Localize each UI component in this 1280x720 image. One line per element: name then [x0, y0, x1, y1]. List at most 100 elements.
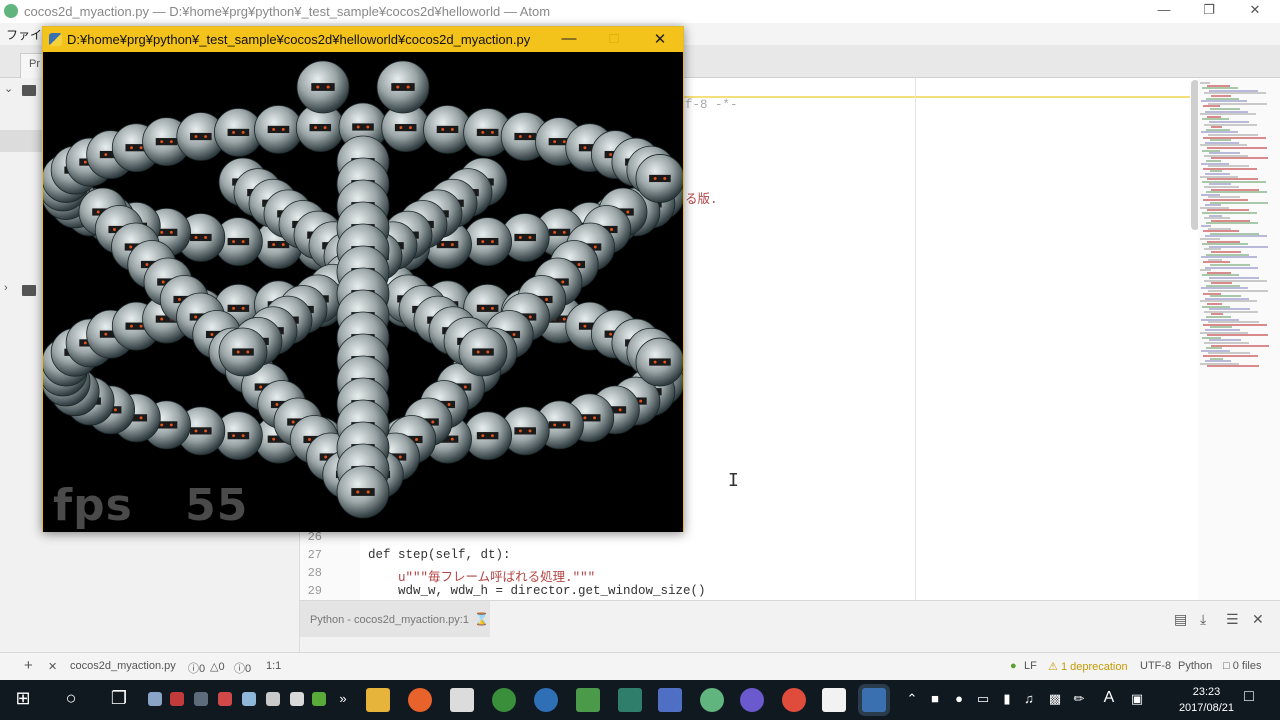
windows-taskbar: ⊞ ○ ❐ » ⌃ ■ ● ▭ ▮ ♫ ▩ ✏ A ▣ 23:23 2017/0…	[0, 680, 1280, 720]
document-icon[interactable]: ▤	[1174, 611, 1187, 628]
minimap-line	[1206, 222, 1258, 225]
line-number: 27	[307, 548, 322, 562]
sprite-ball	[296, 60, 350, 114]
minimap-line	[1205, 266, 1258, 269]
wrap-guide	[915, 78, 916, 600]
info-icon: ⓘ	[234, 663, 245, 675]
firefox-icon[interactable]	[408, 688, 432, 712]
line-number: 29	[307, 584, 322, 598]
window-title: cocos2d_myaction.py — D:¥home¥prg¥python…	[24, 4, 551, 19]
panel-title: Python - cocos2d_myaction.py:1	[310, 614, 469, 626]
clock[interactable]: 23:23 2017/08/21	[1179, 684, 1234, 716]
python-icon[interactable]	[862, 688, 886, 712]
close-panel-icon[interactable]: ✕	[1252, 611, 1264, 628]
game-canvas[interactable]: fps 55	[43, 52, 683, 532]
code-line: def step(self, dt):	[338, 548, 511, 562]
atom-titlebar: cocos2d_myaction.py — D:¥home¥prg¥python…	[0, 0, 1280, 23]
error-count[interactable]: ⓘ0	[188, 660, 205, 676]
chevron-right-icon[interactable]: »	[328, 691, 358, 706]
bottom-panel: Python - cocos2d_myaction.py:1 ⌛ ▤ ⤓ ☰ ✕	[300, 600, 1280, 652]
error-icon: ⓘ	[188, 663, 199, 675]
hourglass-icon: ⌛	[474, 612, 489, 626]
close-button[interactable]: ✕	[645, 30, 675, 50]
git-status-dot-icon: ●	[1010, 660, 1017, 672]
minimize-button[interactable]: —	[554, 30, 584, 50]
sprite-ball	[218, 327, 268, 377]
info-count[interactable]: ⓘ0	[234, 660, 251, 676]
cocos2d-window[interactable]: D:¥home¥prg¥python¥_test_sample¥cocos2d¥…	[42, 26, 684, 532]
app-icon[interactable]	[266, 692, 280, 706]
folder-icon	[22, 285, 36, 296]
code-line: u"""毎フレーム呼ばれる処理."""	[338, 571, 596, 585]
line-number: 26	[307, 530, 322, 544]
line-number: 28	[307, 566, 322, 580]
ime-icon[interactable]: A	[1094, 689, 1124, 707]
line-ending[interactable]: LF	[1024, 660, 1037, 672]
fps-display: fps 55	[53, 480, 248, 531]
code-fragment: る版.	[685, 193, 718, 207]
app-icon[interactable]	[822, 688, 846, 712]
minimap[interactable]	[1198, 78, 1280, 600]
app-icon[interactable]	[218, 692, 232, 706]
grammar-selector[interactable]: Python	[1178, 660, 1212, 672]
start-icon[interactable]: ⊞	[8, 688, 38, 709]
add-icon[interactable]: +	[24, 657, 33, 674]
atom-app-icon	[4, 4, 18, 18]
app-icon[interactable]	[194, 692, 208, 706]
panel-tab[interactable]: Python - cocos2d_myaction.py:1 ⌛	[300, 601, 490, 637]
file-icon: □	[1223, 660, 1230, 672]
app-icon[interactable]	[170, 692, 184, 706]
text-cursor-icon: I	[728, 470, 739, 491]
clock-time: 23:23	[1192, 686, 1221, 698]
app-icon[interactable]	[658, 688, 682, 712]
chevron-right-icon: ›	[4, 282, 8, 294]
sprite-ball	[458, 327, 508, 377]
pen-icon[interactable]: ✏	[1064, 691, 1094, 707]
download-icon[interactable]: ⤓	[1200, 611, 1206, 628]
deprecation-warning[interactable]: ⚠ 1 deprecation	[1048, 660, 1128, 673]
app-icon[interactable]	[148, 692, 162, 706]
warning-icon: ⚠	[1048, 661, 1058, 673]
status-file-name[interactable]: cocos2d_myaction.py	[70, 660, 176, 672]
code-line: wdw_w, wdw_h = director.get_window_size(…	[338, 584, 706, 598]
app-icon[interactable]	[312, 692, 326, 706]
task-view-icon[interactable]: ❐	[104, 688, 134, 709]
search-icon[interactable]: ○	[56, 688, 86, 709]
app-icon[interactable]	[618, 688, 642, 712]
app-icon[interactable]	[534, 688, 558, 712]
app-tray-icon[interactable]: ▣	[1122, 691, 1152, 707]
app-icon[interactable]	[740, 688, 764, 712]
minimize-button[interactable]: —	[1150, 2, 1178, 20]
notification-icon[interactable]: □	[1234, 688, 1264, 706]
close-tab-icon[interactable]: ✕	[48, 660, 57, 673]
minimap-line	[1207, 365, 1259, 368]
clock-date: 2017/08/21	[1178, 702, 1234, 714]
maximize-button[interactable]: □	[599, 30, 629, 50]
cocos2d-titlebar[interactable]: D:¥home¥prg¥python¥_test_sample¥cocos2d¥…	[43, 27, 683, 52]
app-icon[interactable]	[492, 688, 516, 712]
app-icon[interactable]	[576, 688, 600, 712]
file-encoding[interactable]: UTF-8	[1140, 660, 1171, 672]
cursor-position[interactable]: 1:1	[266, 660, 281, 672]
atom-icon[interactable]	[700, 688, 724, 712]
close-button[interactable]: ✕	[1241, 2, 1269, 20]
app-icon[interactable]	[242, 692, 256, 706]
maximize-button[interactable]: ❐	[1195, 2, 1223, 20]
python-icon	[49, 33, 62, 46]
cocos2d-window-title: D:¥home¥prg¥python¥_test_sample¥cocos2d¥…	[67, 32, 531, 47]
sprite-ball	[254, 105, 303, 154]
code-fragment: f-8 -*-	[685, 98, 738, 112]
file-count[interactable]: □ 0 files	[1223, 660, 1261, 672]
sprite-ball	[635, 337, 683, 387]
app-icon[interactable]	[290, 692, 304, 706]
folder-icon	[22, 85, 36, 96]
warning-count[interactable]: △0	[210, 660, 225, 673]
status-bar: + ✕ cocos2d_myaction.py ⓘ0 △0 ⓘ0 1:1 ● L…	[0, 652, 1280, 680]
sprite-ball	[376, 60, 430, 114]
chrome-icon[interactable]	[782, 688, 806, 712]
fps-value: 55	[185, 480, 249, 531]
settings-icon[interactable]: ☰	[1226, 611, 1239, 628]
file-explorer-icon[interactable]	[366, 688, 390, 712]
sprite-layer	[43, 60, 683, 519]
app-icon[interactable]	[450, 688, 474, 712]
